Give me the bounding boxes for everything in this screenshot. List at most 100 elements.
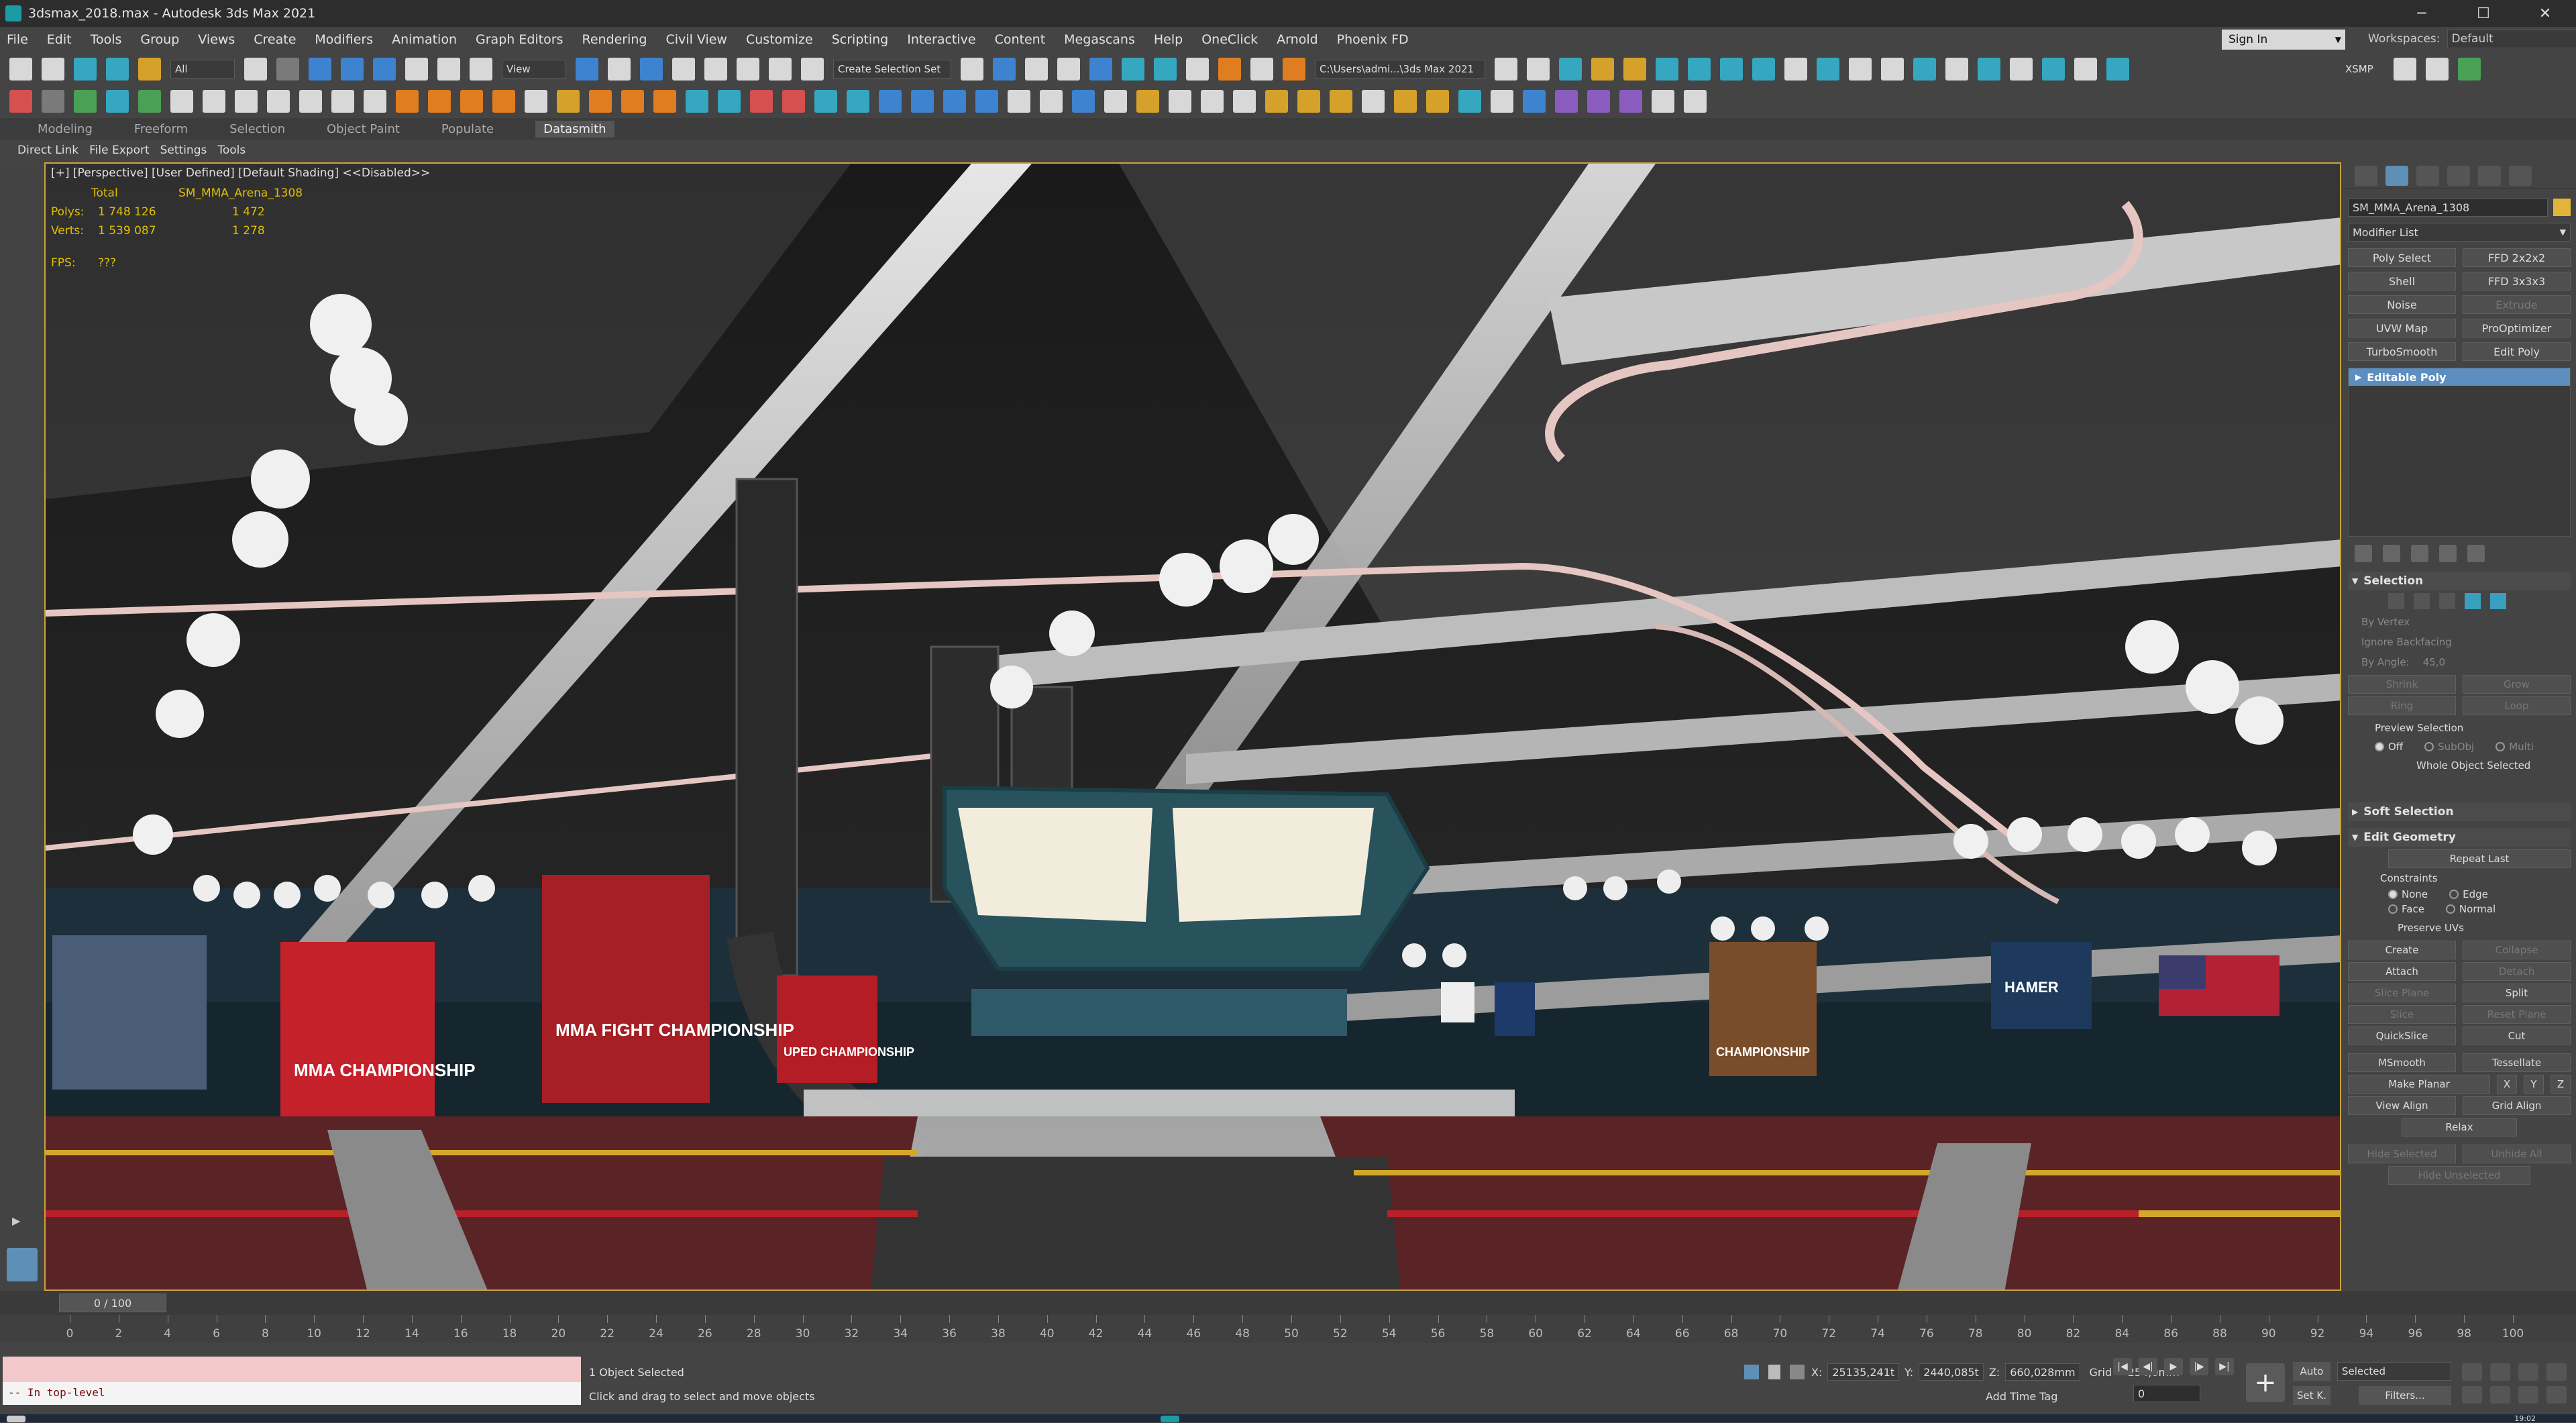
tool-10-icon[interactable]: [364, 90, 386, 113]
grid-align-button[interactable]: Grid Align: [2463, 1096, 2571, 1115]
create-tab-icon[interactable]: [2355, 165, 2377, 186]
tool-48-icon[interactable]: [1652, 90, 1674, 113]
uvw-map-button[interactable]: UVW Map: [2348, 319, 2456, 337]
zoom-all-icon[interactable]: [2490, 1363, 2510, 1381]
tool-02-icon[interactable]: [42, 90, 64, 113]
prooptimizer-button[interactable]: ProOptimizer: [2463, 319, 2571, 337]
phoenix-tool-c-icon[interactable]: [2010, 58, 2033, 81]
xsmp-tool-c-icon[interactable]: [2457, 58, 2481, 81]
absolute-mode-icon[interactable]: [1790, 1365, 1805, 1379]
tab-object-paint[interactable]: Object Paint: [327, 122, 400, 136]
rectangular-selection-icon[interactable]: [309, 58, 331, 81]
phoenix-ocean-icon[interactable]: [1881, 58, 1904, 81]
menu-file[interactable]: File: [7, 32, 28, 47]
field-of-view-icon[interactable]: [2462, 1386, 2482, 1404]
make-planar-button[interactable]: Make Planar: [2348, 1075, 2490, 1094]
selection-filter[interactable]: All: [170, 60, 235, 78]
tool-19-icon[interactable]: [653, 90, 676, 113]
angle-snap-icon[interactable]: [704, 58, 727, 81]
phoenix-foam-icon[interactable]: [1913, 58, 1936, 81]
reference-coordinate-system[interactable]: View: [502, 60, 566, 78]
select-object-icon[interactable]: [244, 58, 267, 81]
tool-31-icon[interactable]: [1072, 90, 1095, 113]
go-to-start-icon[interactable]: |◀: [2113, 1358, 2132, 1375]
display-tab-icon[interactable]: [2478, 165, 2501, 186]
tool-28-icon[interactable]: [943, 90, 966, 113]
element-icon[interactable]: [2490, 593, 2506, 609]
msmooth-button[interactable]: MSmooth: [2348, 1053, 2456, 1072]
snaps-toggle-icon[interactable]: [672, 58, 695, 81]
by-vertex-checkbox[interactable]: By Vertex: [2361, 612, 2571, 632]
create-button[interactable]: Create: [2348, 941, 2456, 959]
turbosmooth-button[interactable]: TurboSmooth: [2348, 342, 2456, 361]
maxscript-listener-input[interactable]: [3, 1357, 581, 1382]
redo-icon[interactable]: [42, 58, 64, 81]
tool-25-icon[interactable]: [847, 90, 869, 113]
preview-off-radio[interactable]: Off: [2375, 741, 2403, 753]
render-setup-icon[interactable]: [1218, 58, 1241, 81]
previous-frame-icon[interactable]: ◀|: [2139, 1358, 2157, 1375]
tool-43-icon[interactable]: [1491, 90, 1513, 113]
collapse-button[interactable]: Collapse: [2463, 941, 2571, 959]
preserve-uvs-checkbox[interactable]: Preserve UVs: [2398, 918, 2571, 938]
tool-15-icon[interactable]: [525, 90, 547, 113]
tool-07-icon[interactable]: [267, 90, 290, 113]
toggle-ribbon-icon[interactable]: [1089, 58, 1112, 81]
border-icon[interactable]: [2439, 593, 2455, 609]
spinner-snap-icon[interactable]: [769, 58, 792, 81]
percent-snap-icon[interactable]: [737, 58, 759, 81]
menu-modifiers[interactable]: Modifiers: [315, 32, 373, 47]
tool-49-icon[interactable]: [1684, 90, 1707, 113]
menu-group[interactable]: Group: [140, 32, 179, 47]
menu-arnold[interactable]: Arnold: [1277, 32, 1318, 47]
material-editor-icon[interactable]: [1186, 58, 1209, 81]
phoenix-tool-d-icon[interactable]: [2042, 58, 2065, 81]
by-angle-checkbox[interactable]: By Angle:: [2361, 656, 2410, 668]
tool-42-icon[interactable]: [1458, 90, 1481, 113]
project-path[interactable]: C:\Users\admi...\3ds Max 2021: [1315, 60, 1485, 78]
tool-01-icon[interactable]: [9, 90, 32, 113]
tool-12-icon[interactable]: [428, 90, 451, 113]
minimize-button[interactable]: ─: [2391, 0, 2453, 27]
key-filters-button[interactable]: Filters...: [2359, 1386, 2451, 1405]
utilities-tab-icon[interactable]: [2509, 165, 2532, 186]
tool-33-icon[interactable]: [1136, 90, 1159, 113]
z-field[interactable]: 660,028mm: [2005, 1363, 2080, 1381]
object-color-swatch[interactable]: [2553, 199, 2571, 216]
mirror-icon[interactable]: [961, 58, 983, 81]
phoenix-tool-b-icon[interactable]: [1978, 58, 2000, 81]
tool-26-icon[interactable]: [879, 90, 902, 113]
loop-button[interactable]: Loop: [2463, 696, 2571, 715]
attach-button[interactable]: Attach: [2348, 962, 2456, 981]
y-button[interactable]: Y: [2524, 1075, 2544, 1094]
grow-button[interactable]: Grow: [2463, 675, 2571, 694]
tool-06-icon[interactable]: [170, 90, 193, 113]
tab-modeling[interactable]: Modeling: [38, 122, 93, 136]
tool-05-icon[interactable]: [138, 90, 161, 113]
perspective-viewport[interactable]: MMA FIGHT CHAMPIONSHIP MMA CHAMPIONSHIP …: [44, 162, 2341, 1291]
render-production-icon[interactable]: [1283, 58, 1305, 81]
menu-views[interactable]: Views: [198, 32, 235, 47]
ignore-backfacing-checkbox[interactable]: Ignore Backfacing: [2361, 632, 2571, 652]
tool-38-icon[interactable]: [1297, 90, 1320, 113]
hide-selected-button[interactable]: Hide Selected: [2348, 1145, 2456, 1163]
menu-rendering[interactable]: Rendering: [582, 32, 647, 47]
tool-21-icon[interactable]: [718, 90, 741, 113]
menu-graph-editors[interactable]: Graph Editors: [476, 32, 563, 47]
tool-16-icon[interactable]: [557, 90, 580, 113]
tool-41-icon[interactable]: [1426, 90, 1449, 113]
maxscript-listener-output[interactable]: -- In top-level: [3, 1382, 581, 1405]
tab-populate[interactable]: Populate: [441, 122, 494, 136]
tool-14-icon[interactable]: [492, 90, 515, 113]
window-crossing-icon[interactable]: [341, 58, 364, 81]
x-field[interactable]: 25135,241t: [1827, 1363, 1900, 1381]
menu-edit[interactable]: Edit: [47, 32, 72, 47]
tool-35-icon[interactable]: [1201, 90, 1224, 113]
taskbar-app-max-icon[interactable]: [1161, 1416, 1179, 1422]
go-to-end-icon[interactable]: ▶|: [2215, 1358, 2234, 1375]
play-animation-icon[interactable]: ▶: [2164, 1358, 2183, 1375]
modifier-list-dropdown[interactable]: Modifier List ▼: [2348, 223, 2571, 242]
expand-icon[interactable]: ▶: [2355, 372, 2361, 382]
zoom-extents-icon[interactable]: [2518, 1363, 2538, 1381]
split-checkbox[interactable]: Split: [2463, 984, 2571, 1002]
